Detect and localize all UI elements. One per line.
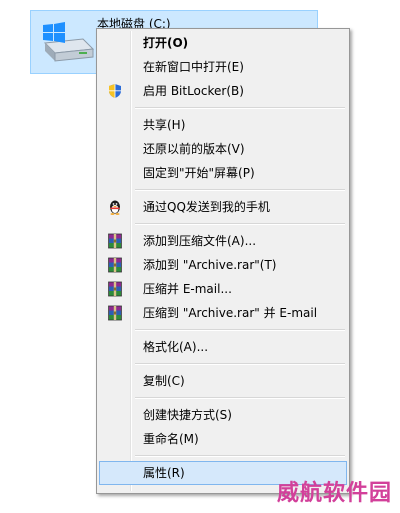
menu-item-label: 压缩到 "Archive.rar" 并 E-mail [143, 306, 318, 320]
watermark-text: 威航软件园 [276, 480, 392, 506]
winrar-icon [107, 257, 123, 273]
uac-shield-icon [107, 83, 123, 99]
menu-item[interactable]: 通过QQ发送到我的手机 [99, 195, 347, 219]
menu-item-label: 属性(R) [143, 466, 185, 480]
context-menu: 打开(O) 在新窗口中打开(E) 启用 BitLocker(B) 共享(H) 还原以前的… [96, 28, 350, 494]
menu-item[interactable]: 压缩到 "Archive.rar" 并 E-mail [99, 301, 347, 325]
menu-separator [135, 107, 345, 109]
winrar-icon [107, 233, 123, 249]
menu-item-label: 通过QQ发送到我的手机 [143, 200, 270, 214]
menu-item[interactable]: 添加到压缩文件(A)... [99, 229, 347, 253]
menu-item-label: 还原以前的版本(V) [143, 142, 245, 156]
menu-item-label: 添加到压缩文件(A)... [143, 234, 257, 248]
menu-item-label: 压缩并 E-mail... [143, 282, 232, 296]
menu-item[interactable]: 格式化(A)... [99, 335, 347, 359]
menu-item[interactable]: 共享(H) [99, 113, 347, 137]
menu-item[interactable]: 复制(C) [99, 369, 347, 393]
menu-item[interactable]: 在新窗口中打开(E) [99, 55, 347, 79]
menu-item[interactable]: 压缩并 E-mail... [99, 277, 347, 301]
menu-item-label: 重命名(M) [143, 432, 199, 446]
menu-item[interactable]: 重命名(M) [99, 427, 347, 451]
menu-item-label: 打开(O) [143, 36, 189, 50]
menu-separator [135, 329, 345, 331]
menu-item[interactable]: 还原以前的版本(V) [99, 137, 347, 161]
menu-item-label: 格式化(A)... [143, 340, 209, 354]
menu-item[interactable]: 固定到"开始"屏幕(P) [99, 161, 347, 185]
menu-item-label: 在新窗口中打开(E) [143, 60, 244, 74]
menu-separator [135, 363, 345, 365]
menu-item-label: 添加到 "Archive.rar"(T) [143, 258, 277, 272]
menu-item[interactable]: 打开(O) [99, 31, 347, 55]
menu-item-label: 创建快捷方式(S) [143, 408, 232, 422]
winrar-icon [107, 305, 123, 321]
menu-item-label: 固定到"开始"屏幕(P) [143, 166, 255, 180]
menu-item[interactable]: 创建快捷方式(S) [99, 403, 347, 427]
menu-separator [135, 189, 345, 191]
menu-item-label: 共享(H) [143, 118, 186, 132]
qq-penguin-icon [107, 199, 123, 215]
winrar-icon [107, 281, 123, 297]
hard-drive-icon [39, 21, 95, 69]
menu-separator [135, 455, 345, 457]
menu-item-label: 复制(C) [143, 374, 185, 388]
menu-separator [135, 223, 345, 225]
menu-item-label: 启用 BitLocker(B) [143, 84, 244, 98]
menu-item[interactable]: 添加到 "Archive.rar"(T) [99, 253, 347, 277]
menu-item[interactable]: 启用 BitLocker(B) [99, 79, 347, 103]
desktop-stage: 本地磁盘 (C:) 6 打开(O)在新窗口中打开(E)启用 BitLocker(… [0, 0, 400, 513]
menu-separator [135, 397, 345, 399]
